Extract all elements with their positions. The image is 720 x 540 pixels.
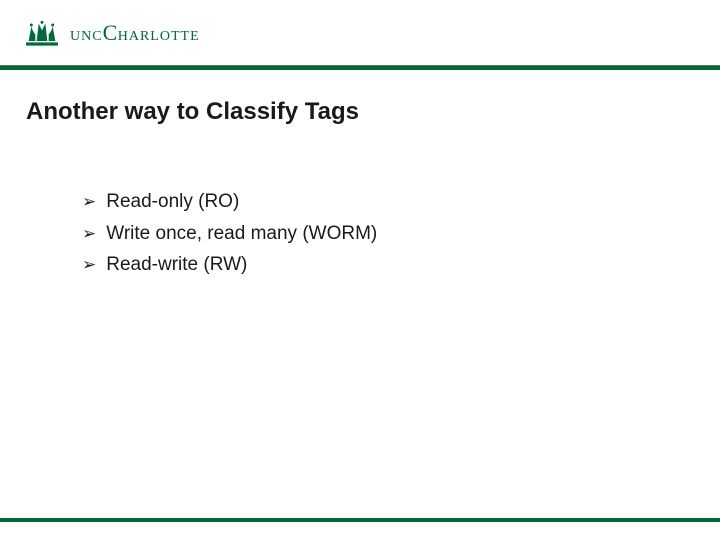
university-wordmark: UNC C HARLOTTE [70, 20, 200, 46]
bullet-list: ➢ Read-only (RO) ➢ Write once, read many… [82, 189, 694, 278]
footer-accent-bar [0, 518, 720, 522]
crown-icon [22, 18, 62, 48]
slide-content: Another way to Classify Tags ➢ Read-only… [0, 66, 720, 278]
wordmark-prefix: UNC [70, 29, 103, 45]
chevron-right-icon: ➢ [82, 223, 96, 246]
bullet-text: Read-only (RO) [106, 189, 239, 215]
title-underline [26, 144, 694, 145]
slide-header: UNC C HARLOTTE [0, 0, 720, 66]
list-item: ➢ Read-write (RW) [82, 252, 694, 278]
wordmark-big-c: C [103, 20, 118, 46]
wordmark-suffix: HARLOTTE [118, 29, 200, 45]
bullet-text: Write once, read many (WORM) [106, 221, 377, 247]
slide-title: Another way to Classify Tags [26, 98, 694, 126]
bullet-text: Read-write (RW) [106, 252, 247, 278]
list-item: ➢ Read-only (RO) [82, 189, 694, 215]
chevron-right-icon: ➢ [82, 191, 96, 214]
university-logo: UNC C HARLOTTE [22, 18, 200, 48]
list-item: ➢ Write once, read many (WORM) [82, 221, 694, 247]
chevron-right-icon: ➢ [82, 254, 96, 277]
